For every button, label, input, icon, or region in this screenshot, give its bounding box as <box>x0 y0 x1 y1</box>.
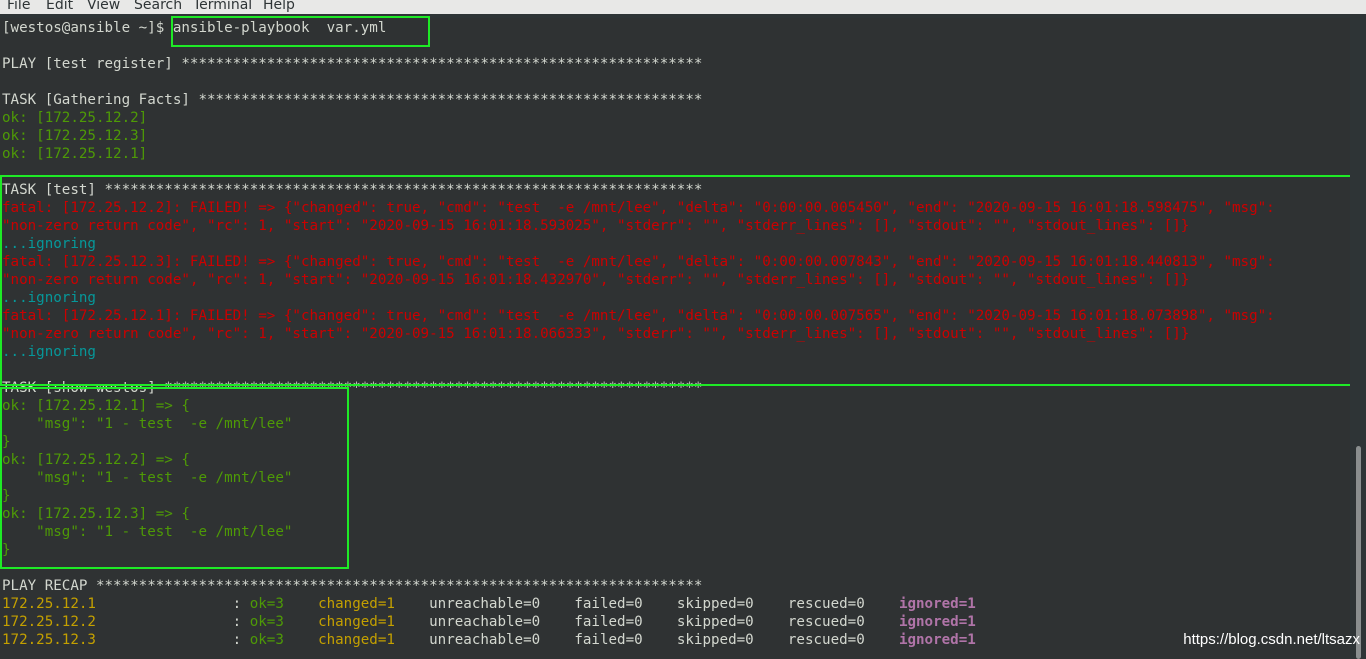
gather-ok-line: ok: [172.25.12.3] <box>2 128 148 144</box>
recap-host: 172.25.12.1 <box>2 596 233 612</box>
recap-row: 172.25.12.1 : ok=3 changed=1 unreachable… <box>2 595 976 613</box>
recap-sep: : <box>232 614 250 630</box>
command-text: ansible-playbook var.yml <box>172 20 387 36</box>
recap-host: 172.25.12.3 <box>2 632 233 648</box>
recap-row: 172.25.12.2 : ok=3 changed=1 unreachable… <box>2 613 976 631</box>
gather-ok-line: ok: [172.25.12.2] <box>2 110 148 126</box>
shell-prompt: [westos@ansible ~]$ <box>2 20 173 36</box>
recap-skipped: skipped=0 <box>676 596 754 612</box>
menu-edit[interactable]: Edit <box>46 0 73 14</box>
recap-unreachable: unreachable=0 <box>429 596 541 612</box>
menu-help[interactable]: Help <box>263 0 295 14</box>
show-close-brace: } <box>2 488 11 504</box>
menu-view[interactable]: View <box>87 0 120 14</box>
recap-row: 172.25.12.3 : ok=3 changed=1 unreachable… <box>2 631 976 649</box>
fatal-line-cont: "non-zero return code", "rc": 1, "start"… <box>2 218 1190 234</box>
show-msg-line: "msg": "1 - test -e /mnt/lee" <box>2 524 293 540</box>
recap-changed: changed=1 <box>318 632 395 648</box>
fatal-line: fatal: [172.25.12.2]: FAILED! => {"chang… <box>2 200 1275 216</box>
menu-bar: File Edit View Search Terminal Help <box>0 0 1366 14</box>
recap-ok: ok=3 <box>249 614 284 630</box>
terminal-scrollbar[interactable] <box>1350 18 1366 659</box>
recap-rescued: rescued=0 <box>787 596 865 612</box>
recap-ignored: ignored=1 <box>898 614 976 630</box>
show-close-brace: } <box>2 434 11 450</box>
ignoring-line: ...ignoring <box>2 236 96 252</box>
menu-terminal[interactable]: Terminal <box>193 0 252 14</box>
recap-sep: : <box>232 632 250 648</box>
recap-skipped: skipped=0 <box>676 632 754 648</box>
fatal-line-cont: "non-zero return code", "rc": 1, "start"… <box>2 326 1190 342</box>
command-line: [westos@ansible ~]$ ansible-playbook var… <box>2 19 386 37</box>
play-recap-header: PLAY RECAP *****************************… <box>2 578 703 594</box>
recap-unreachable: unreachable=0 <box>429 614 541 630</box>
fatal-line: fatal: [172.25.12.3]: FAILED! => {"chang… <box>2 254 1275 270</box>
terminal-output[interactable]: [westos@ansible ~]$ ansible-playbook var… <box>0 18 1350 659</box>
recap-rescued: rescued=0 <box>787 632 865 648</box>
fatal-line-cont: "non-zero return code", "rc": 1, "start"… <box>2 272 1190 288</box>
recap-skipped: skipped=0 <box>676 614 754 630</box>
recap-failed: failed=0 <box>574 632 643 648</box>
show-close-brace: } <box>2 542 11 558</box>
task-gathering-facts-header: TASK [Gathering Facts] *****************… <box>2 92 703 108</box>
menu-search[interactable]: Search <box>134 0 182 14</box>
recap-changed: changed=1 <box>318 596 395 612</box>
ignoring-line: ...ignoring <box>2 344 96 360</box>
recap-failed: failed=0 <box>574 596 643 612</box>
recap-ok: ok=3 <box>249 632 284 648</box>
recap-unreachable: unreachable=0 <box>429 632 541 648</box>
recap-changed: changed=1 <box>318 614 395 630</box>
recap-ignored: ignored=1 <box>898 632 976 648</box>
watermark-text: https://blog.csdn.net/ltsazx <box>1183 631 1360 648</box>
scrollbar-thumb[interactable] <box>1356 446 1361 659</box>
fatal-line: fatal: [172.25.12.1]: FAILED! => {"chang… <box>2 308 1275 324</box>
show-ok-line: ok: [172.25.12.1] => { <box>2 398 190 414</box>
task-test-header: TASK [test] ****************************… <box>2 182 703 198</box>
recap-ignored: ignored=1 <box>898 596 976 612</box>
show-msg-line: "msg": "1 - test -e /mnt/lee" <box>2 470 293 486</box>
recap-rescued: rescued=0 <box>787 614 865 630</box>
play-header: PLAY [test register] *******************… <box>2 56 703 72</box>
ignoring-line: ...ignoring <box>2 290 96 306</box>
show-ok-line: ok: [172.25.12.3] => { <box>2 506 190 522</box>
recap-sep: : <box>232 596 250 612</box>
recap-ok: ok=3 <box>249 596 284 612</box>
show-msg-line: "msg": "1 - test -e /mnt/lee" <box>2 416 293 432</box>
show-ok-line: ok: [172.25.12.2] => { <box>2 452 190 468</box>
recap-host: 172.25.12.2 <box>2 614 233 630</box>
recap-failed: failed=0 <box>574 614 643 630</box>
menu-file[interactable]: File <box>7 0 30 14</box>
task-show-westos-header: TASK [show westos] *********************… <box>2 380 703 396</box>
gather-ok-line: ok: [172.25.12.1] <box>2 146 148 162</box>
